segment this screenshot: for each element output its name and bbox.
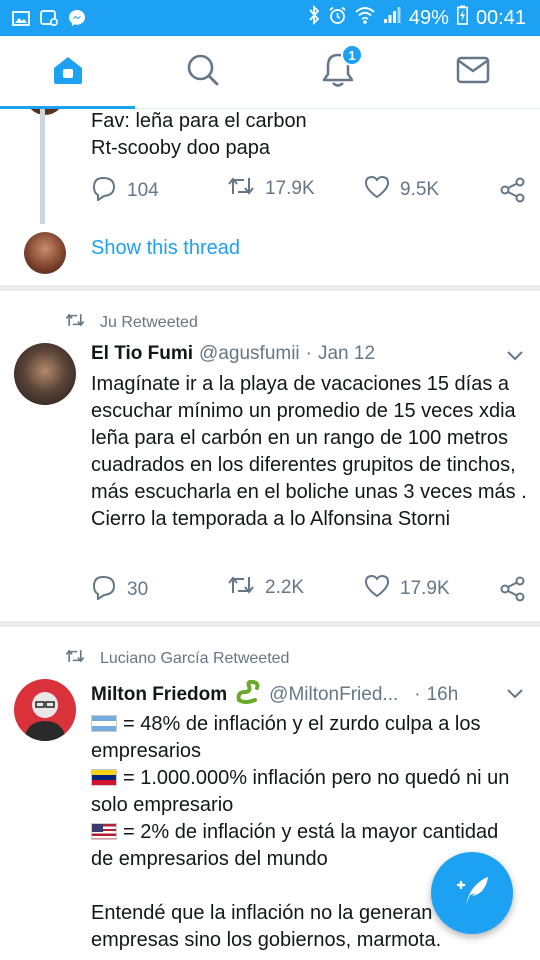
share-icon xyxy=(500,177,526,208)
author-name[interactable]: El Tio Fumi xyxy=(91,343,193,365)
signal-icon xyxy=(383,6,401,30)
argentina-flag-icon xyxy=(91,715,117,732)
status-bar: 49% 00:41 xyxy=(0,0,540,36)
home-icon xyxy=(50,54,86,91)
like-button[interactable]: 9.5K xyxy=(364,175,439,205)
share-button[interactable] xyxy=(500,177,526,208)
tweet-date: Jan 12 xyxy=(317,343,376,364)
tweet-divider xyxy=(0,285,540,291)
like-count: 17.9K xyxy=(400,578,450,599)
reply-button[interactable]: 30 xyxy=(91,574,148,606)
compose-tweet-button[interactable] xyxy=(431,852,513,934)
tab-messages[interactable] xyxy=(405,36,540,108)
separator-dot: · xyxy=(305,343,312,364)
retweet-context: Luciano García Retweeted xyxy=(64,648,289,669)
retweet-icon xyxy=(64,312,86,333)
usa-flag-icon xyxy=(91,823,117,840)
retweet-count: 2.2K xyxy=(265,577,305,598)
thread-line xyxy=(40,109,45,224)
messenger-icon xyxy=(68,10,86,26)
reply-button[interactable]: 104 xyxy=(91,175,159,207)
tab-home[interactable] xyxy=(0,36,135,109)
chevron-down-icon[interactable] xyxy=(506,349,524,367)
retweet-icon xyxy=(227,574,255,602)
retweet-count: 17.9K xyxy=(265,178,315,199)
chevron-down-icon[interactable] xyxy=(506,687,524,705)
separator-dot: · xyxy=(414,683,421,705)
retweet-icon xyxy=(227,175,255,203)
venezuela-flag-icon xyxy=(91,769,117,786)
retweeted-by-label: Luciano García Retweeted xyxy=(100,649,290,667)
heart-icon xyxy=(364,574,390,604)
heart-icon xyxy=(364,175,390,205)
share-button[interactable] xyxy=(500,576,526,607)
reply-icon xyxy=(91,574,117,606)
clock-time: 00:41 xyxy=(475,6,526,29)
snake-emoji-icon xyxy=(235,679,263,709)
avatar[interactable] xyxy=(24,232,66,274)
tweet-header: Milton Friedom @MiltonFried... · 16h xyxy=(91,679,459,709)
timeline-feed[interactable]: Fav: leña para el carbon Rt-scooby doo p… xyxy=(0,109,540,960)
avatar[interactable] xyxy=(25,109,65,115)
tab-notifications[interactable] xyxy=(270,36,405,108)
reply-icon xyxy=(91,175,117,207)
wifi-icon xyxy=(355,6,375,30)
compose-feather-icon xyxy=(452,873,492,914)
author-handle[interactable]: @agusfumii xyxy=(199,343,300,365)
share-icon xyxy=(500,576,526,607)
mail-icon xyxy=(456,56,490,89)
author-handle[interactable]: @MiltonFried... xyxy=(269,684,398,706)
show-thread-link[interactable]: Show this thread xyxy=(91,237,240,260)
retweet-context: Ju Retweeted xyxy=(64,312,198,333)
retweet-button[interactable]: 2.2K xyxy=(227,574,304,602)
screen-icon xyxy=(40,10,58,26)
avatar[interactable] xyxy=(14,679,76,741)
tweet-text: Imagínate ir a la playa de vacaciones 15… xyxy=(91,373,527,530)
tweet-divider xyxy=(0,621,540,627)
retweet-icon xyxy=(64,648,86,669)
battery-charging-icon xyxy=(456,5,468,31)
battery-percent: 49% xyxy=(408,6,449,29)
tweet-date: 16h xyxy=(426,683,459,705)
avatar[interactable] xyxy=(14,343,76,405)
tab-search[interactable] xyxy=(135,36,270,108)
reply-count: 30 xyxy=(127,579,149,600)
gallery-icon xyxy=(12,10,30,26)
notification-badge: 1 xyxy=(341,44,363,66)
reply-count: 104 xyxy=(127,180,159,201)
tweet-header: El Tio Fumi @agusfumii · Jan 12 xyxy=(91,343,375,365)
retweet-button[interactable]: 17.9K xyxy=(227,175,315,203)
like-button[interactable]: 17.9K xyxy=(364,574,450,604)
tweet-text: Fav: leña para el carbon Rt-scooby doo p… xyxy=(91,110,307,159)
top-navigation xyxy=(0,36,540,109)
author-name[interactable]: Milton Friedom xyxy=(91,684,227,706)
search-icon xyxy=(186,53,220,92)
bluetooth-icon xyxy=(308,4,320,31)
retweeted-by-label: Ju Retweeted xyxy=(100,313,198,331)
alarm-icon xyxy=(328,6,347,31)
like-count: 9.5K xyxy=(400,179,440,200)
